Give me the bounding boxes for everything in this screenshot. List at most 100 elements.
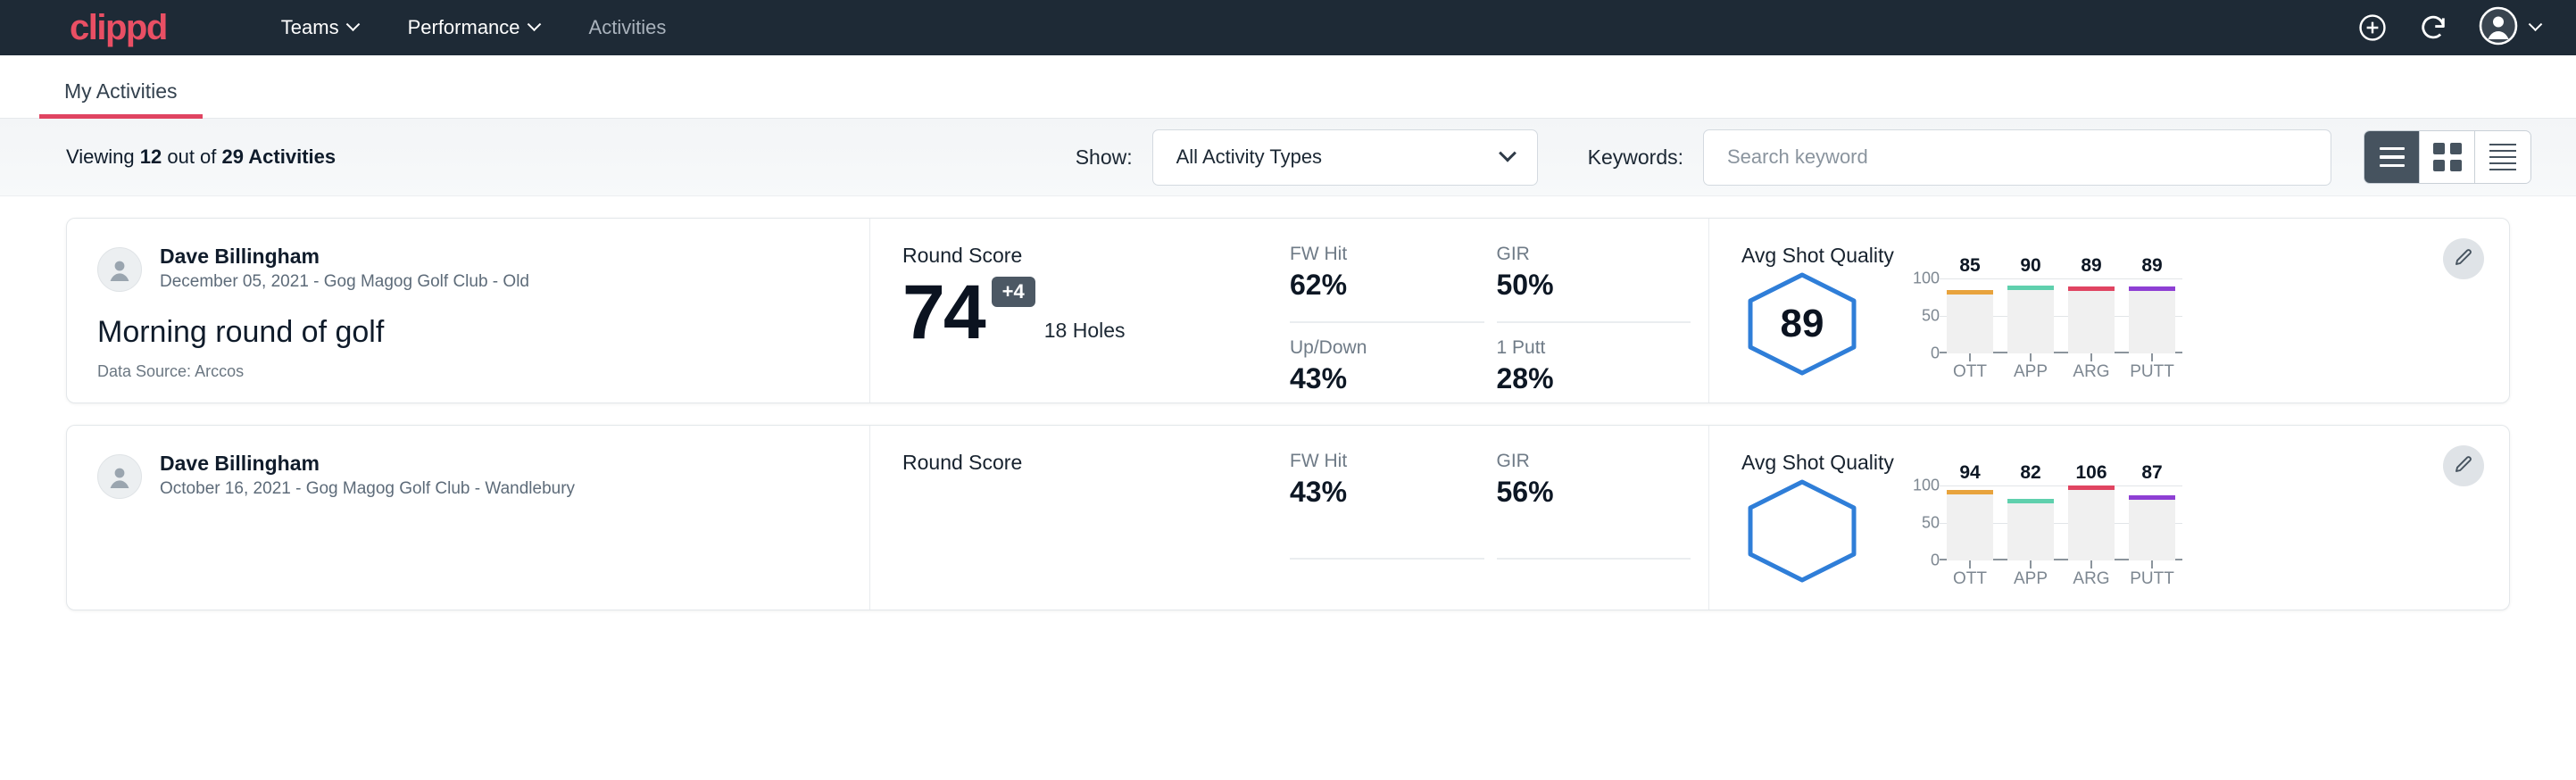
avatar — [97, 247, 142, 292]
activity-type-value: All Activity Types — [1176, 145, 1322, 169]
tab-my-activities-label: My Activities — [64, 79, 178, 103]
y-tick-100: 100 — [1913, 270, 1940, 288]
view-mode-compact-button[interactable] — [2475, 131, 2530, 183]
bar-value: 94 — [1959, 462, 1980, 490]
activity-type-select[interactable]: All Activity Types — [1152, 129, 1538, 186]
y-tick-100: 100 — [1913, 477, 1940, 495]
stat-label: FW Hit — [1290, 244, 1463, 265]
search-input[interactable] — [1703, 129, 2331, 186]
activities-list: Dave Billingham December 05, 2021 - Gog … — [0, 196, 2576, 780]
chart-plot-area: 85 90 89 — [1940, 278, 2182, 353]
nav-item-performance-label: Performance — [408, 16, 520, 39]
stat-up-down — [1290, 560, 1484, 610]
stat-label: 1 Putt — [1497, 337, 1670, 359]
bar-value: 90 — [2020, 255, 2040, 286]
stat-value: 43% — [1290, 476, 1463, 509]
stat-value: 56% — [1497, 476, 1670, 509]
chart-y-axis: 100 50 0 — [1897, 485, 1940, 560]
x-label-putt: PUTT — [2129, 569, 2175, 589]
stat-label: GIR — [1497, 451, 1670, 472]
shot-quality-body: 100 50 0 94 — [1741, 478, 2473, 589]
x-label-app: APP — [2007, 362, 2054, 382]
pencil-icon — [2453, 453, 2474, 479]
stat-value: 28% — [1497, 362, 1670, 395]
bar-putt: 89 — [2129, 278, 2175, 353]
x-label-putt: PUTT — [2129, 362, 2175, 382]
plus-circle-icon[interactable] — [2357, 12, 2388, 43]
x-label-app: APP — [2007, 569, 2054, 589]
y-tick-0: 0 — [1931, 552, 1940, 570]
avg-shot-quality-hexagon: 89 — [1745, 271, 1859, 377]
person-meta: Dave Billingham October 16, 2021 - Gog M… — [160, 451, 575, 502]
pencil-icon — [2453, 246, 2474, 272]
shot-quality-bar-chart: 100 50 0 85 — [1897, 278, 2182, 382]
round-score-row: 74 +4 18 Holes — [902, 277, 1290, 350]
activity-card[interactable]: Dave Billingham October 16, 2021 - Gog M… — [66, 425, 2510, 610]
keywords-label: Keywords: — [1588, 145, 1683, 170]
bar-value: 82 — [2020, 462, 2040, 499]
chart-plot-area: 94 82 106 — [1940, 485, 2182, 560]
stat-label: GIR — [1497, 244, 1670, 265]
stat-value: 62% — [1290, 269, 1463, 302]
bar-value: 106 — [2075, 462, 2107, 481]
top-navbar: clippd Teams Performance Activities — [0, 0, 2576, 55]
stat-fw-hit: FW Hit 62% — [1290, 244, 1484, 323]
chart-y-axis: 100 50 0 — [1897, 278, 1940, 353]
shot-quality-body: 89 100 50 0 8 — [1741, 271, 2473, 382]
viewing-mid: out of — [162, 145, 221, 168]
bar-arg: 89 — [2068, 278, 2115, 353]
bar-value: 89 — [2141, 255, 2162, 286]
y-tick-50: 50 — [1922, 307, 1940, 326]
account-avatar-icon — [2479, 6, 2518, 50]
round-score-label: Round Score — [902, 451, 1290, 475]
x-label-arg: ARG — [2068, 362, 2115, 382]
toolbar-controls: Show: All Activity Types Keywords: — [1076, 129, 2531, 186]
view-mode-list-button[interactable] — [2364, 131, 2420, 183]
refresh-icon[interactable] — [2418, 12, 2448, 43]
edit-activity-button[interactable] — [2443, 238, 2484, 279]
avatar — [97, 454, 142, 499]
round-score-column: Round Score 74 +4 18 Holes — [870, 219, 1290, 402]
avg-shot-quality-value — [1745, 478, 1859, 584]
activity-person-column: Dave Billingham December 05, 2021 - Gog … — [67, 219, 870, 402]
viewing-prefix: Viewing — [66, 145, 140, 168]
view-mode-grid-button[interactable] — [2420, 131, 2475, 183]
bar-value: 89 — [2081, 255, 2101, 286]
nav-item-teams-label: Teams — [281, 16, 339, 39]
bar-ott: 85 — [1947, 278, 1993, 353]
grid-icon — [2433, 143, 2462, 171]
shot-quality-column: Avg Shot Quality 89 100 50 0 — [1709, 219, 2509, 402]
stat-gir: GIR 56% — [1497, 451, 1691, 560]
person-meta: Dave Billingham December 05, 2021 - Gog … — [160, 244, 529, 295]
activity-card[interactable]: Dave Billingham December 05, 2021 - Gog … — [66, 218, 2510, 403]
nav-item-performance[interactable]: Performance — [383, 16, 564, 39]
account-menu[interactable] — [2479, 6, 2540, 50]
chevron-down-icon — [345, 17, 360, 31]
round-holes: 18 Holes — [1044, 319, 1126, 343]
chart-x-axis: OTT APP ARG PUTT — [1940, 569, 2182, 589]
stat-1-putt — [1497, 560, 1691, 610]
bar-value: 87 — [2141, 462, 2162, 495]
tab-bar: My Activities — [0, 55, 2576, 119]
nav-item-activities[interactable]: Activities — [564, 16, 692, 39]
bar-app: 82 — [2007, 485, 2054, 560]
chevron-down-icon — [527, 17, 541, 31]
bar-value: 85 — [1959, 255, 1980, 290]
edit-activity-button[interactable] — [2443, 445, 2484, 486]
person-row: Dave Billingham December 05, 2021 - Gog … — [97, 244, 839, 295]
round-score-label: Round Score — [902, 244, 1290, 268]
person-row: Dave Billingham October 16, 2021 - Gog M… — [97, 451, 839, 502]
activity-title: Morning round of golf — [97, 314, 839, 351]
chart-x-axis: OTT APP ARG PUTT — [1940, 362, 2182, 382]
bar-app: 90 — [2007, 278, 2054, 353]
show-label: Show: — [1076, 145, 1133, 170]
stat-1-putt: 1 Putt 28% — [1497, 323, 1691, 402]
stat-fw-hit: FW Hit 43% — [1290, 451, 1484, 560]
tab-my-activities[interactable]: My Activities — [39, 79, 203, 118]
x-label-arg: ARG — [2068, 569, 2115, 589]
clippd-logo[interactable]: clippd — [70, 10, 167, 46]
y-tick-50: 50 — [1922, 514, 1940, 533]
keywords-group: Keywords: — [1588, 129, 2331, 186]
bar-putt: 87 — [2129, 485, 2175, 560]
nav-item-teams[interactable]: Teams — [256, 16, 383, 39]
